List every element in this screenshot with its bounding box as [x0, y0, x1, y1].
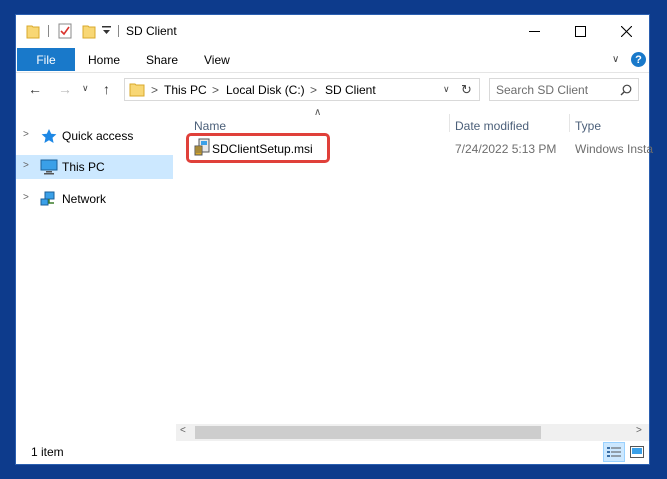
chevron-right-icon[interactable]: > [23, 192, 29, 203]
breadcrumb-separator: > [310, 83, 318, 97]
large-icons-view-button[interactable] [626, 442, 648, 462]
customize-toolbar-icon[interactable] [102, 26, 111, 36]
nav-label: Network [62, 192, 107, 206]
column-divider[interactable] [449, 114, 450, 132]
breadcrumb-separator: > [151, 83, 159, 97]
quick-access-separator [48, 25, 49, 37]
maximize-button[interactable] [557, 15, 603, 47]
maximize-icon [574, 25, 586, 37]
tab-file[interactable]: File [17, 48, 75, 71]
nav-item-this-pc[interactable]: > This PC [16, 155, 173, 179]
chevron-right-icon[interactable]: > [23, 160, 29, 171]
search-input[interactable]: Search SD Client [496, 83, 588, 97]
scroll-right-icon[interactable]: > [636, 425, 642, 436]
details-view-button[interactable] [603, 442, 625, 462]
explorer-window: SD Client File Home Share View ∨ ? ← → ∨… [15, 14, 653, 465]
address-row: ← → ∨ ↑ > This PC > Local Disk (C:) > SD… [16, 72, 649, 106]
new-folder-icon[interactable] [82, 23, 96, 39]
folder-icon [26, 25, 40, 39]
star-icon [41, 129, 57, 143]
breadcrumb-this-pc[interactable]: This PC [164, 83, 207, 97]
forward-button[interactable]: → [58, 81, 72, 97]
tab-view[interactable]: View [204, 53, 230, 67]
column-header-type[interactable]: Type [575, 119, 601, 133]
status-bar: 1 item [16, 441, 649, 464]
address-bar[interactable]: > This PC > Local Disk (C:) > SD Client … [124, 78, 480, 101]
folder-icon [129, 83, 145, 97]
help-icon[interactable]: ? [631, 52, 646, 67]
scrollbar-thumb[interactable] [195, 426, 541, 439]
scroll-left-icon[interactable]: < [180, 425, 186, 436]
tab-share[interactable]: Share [146, 53, 178, 67]
nav-item-network[interactable]: > Network [16, 187, 173, 211]
nav-label: This PC [62, 160, 105, 174]
title-separator [118, 25, 119, 37]
recent-locations-icon[interactable]: ∨ [82, 83, 89, 94]
chevron-right-icon[interactable]: > [23, 129, 29, 140]
properties-icon[interactable] [58, 23, 72, 39]
file-type: Windows Insta [575, 142, 654, 156]
close-icon [620, 25, 632, 37]
computer-icon [40, 159, 58, 175]
breadcrumb-sd-client[interactable]: SD Client [325, 83, 376, 97]
details-view-icon [607, 447, 621, 457]
file-list: ∧ Name Date modified Type SDClientSetup.… [176, 106, 653, 433]
ribbon: File Home Share View ∨ ? [16, 47, 649, 72]
horizontal-scrollbar[interactable]: < > [176, 424, 649, 441]
sort-ascending-icon: ∧ [314, 107, 322, 118]
column-header-date-modified[interactable]: Date modified [455, 119, 529, 133]
network-icon [40, 191, 55, 206]
minimize-icon [528, 30, 540, 32]
tab-home[interactable]: Home [88, 53, 120, 67]
column-header-name[interactable]: Name [194, 119, 226, 133]
search-box[interactable]: Search SD Client [489, 78, 639, 101]
navigation-pane: > Quick access > This PC > Network [16, 106, 176, 433]
up-button[interactable]: ↑ [103, 81, 110, 97]
expand-ribbon-icon[interactable]: ∨ [612, 54, 619, 65]
callout-highlight [186, 133, 330, 163]
close-button[interactable] [603, 15, 649, 47]
breadcrumb-local-disk[interactable]: Local Disk (C:) [226, 83, 305, 97]
minimize-button[interactable] [511, 15, 557, 47]
search-icon [620, 84, 632, 96]
file-date-modified: 7/24/2022 5:13 PM [455, 142, 557, 156]
nav-label: Quick access [62, 129, 134, 143]
back-button[interactable]: ← [28, 81, 42, 97]
title-bar: SD Client [16, 15, 649, 47]
nav-item-quick-access[interactable]: > Quick access [16, 124, 173, 148]
refresh-icon[interactable]: ↻ [461, 82, 472, 98]
address-dropdown-icon[interactable]: ∨ [443, 84, 450, 95]
item-count: 1 item [31, 445, 64, 459]
large-icons-view-icon [630, 446, 644, 458]
column-divider[interactable] [569, 114, 570, 132]
breadcrumb-separator: > [212, 83, 220, 97]
window-title: SD Client [126, 24, 177, 38]
